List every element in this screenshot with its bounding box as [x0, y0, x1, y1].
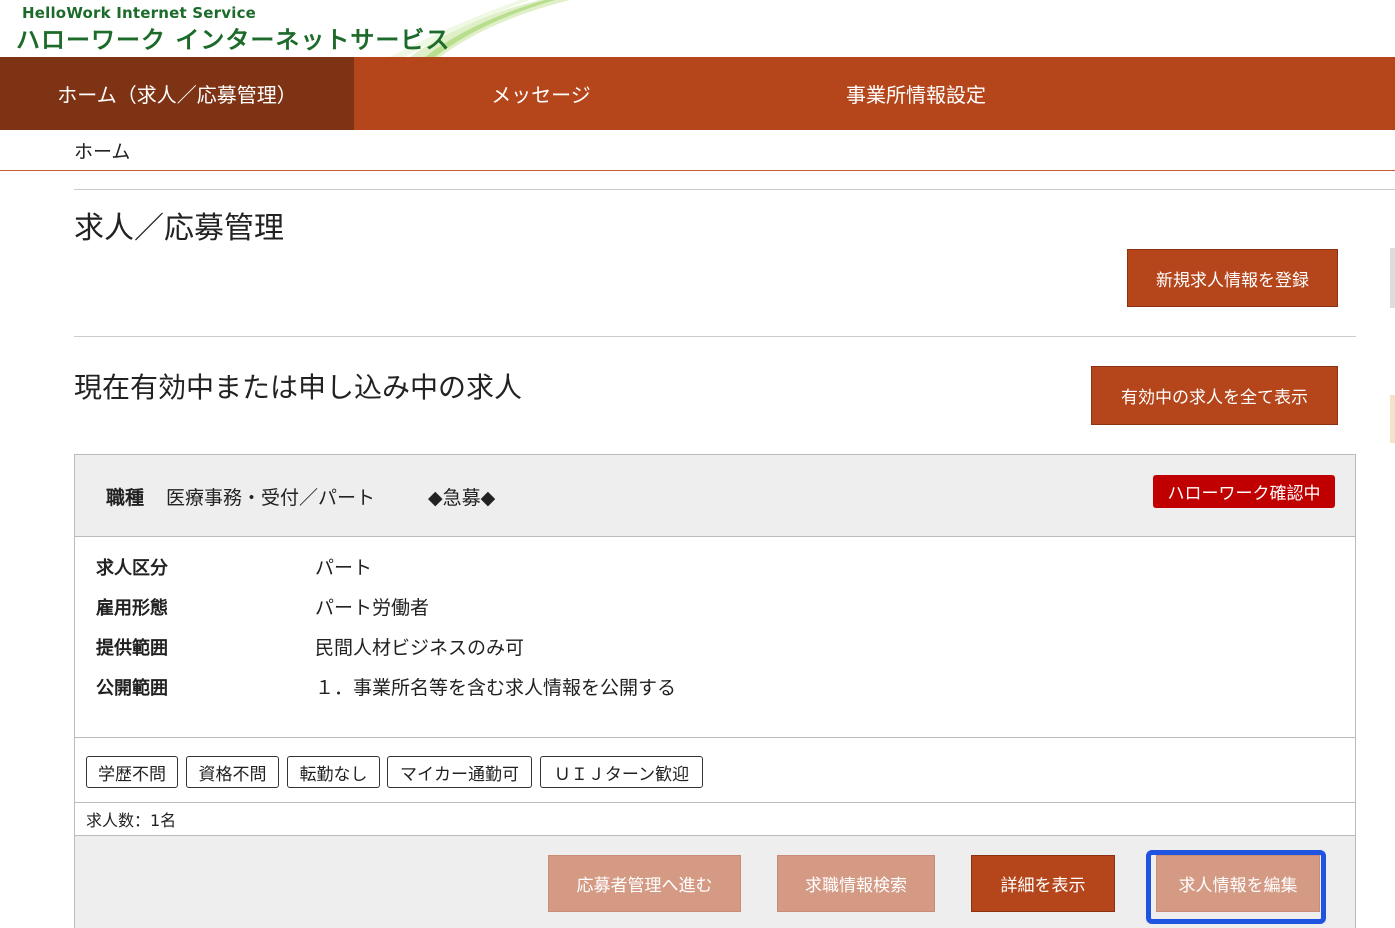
- scrollbar-track[interactable]: [1390, 248, 1395, 308]
- tag: マイカー通勤可: [387, 756, 532, 788]
- status-badge: ハローワーク確認中: [1153, 475, 1335, 508]
- show-details-button[interactable]: 詳細を表示: [971, 855, 1115, 912]
- scrollbar-thumb[interactable]: [1390, 395, 1395, 443]
- applicant-management-button[interactable]: 応募者管理へ進む: [548, 855, 741, 912]
- detail-value: パート: [315, 557, 373, 579]
- section-title: 現在有効中または申し込み中の求人: [74, 371, 523, 404]
- detail-label: 提供範囲: [96, 638, 168, 659]
- page-title: 求人／応募管理: [74, 211, 284, 246]
- tag: 資格不問: [186, 756, 279, 788]
- tag: 学歴不問: [86, 756, 178, 788]
- edit-job-button[interactable]: 求人情報を編集: [1156, 855, 1320, 912]
- job-card-header: 職種 医療事務・受付／パート ◆急募◆ ハローワーク確認中: [75, 455, 1355, 537]
- nav-tab-home[interactable]: ホーム（求人／応募管理）: [0, 57, 354, 130]
- detail-label: 雇用形態: [96, 598, 168, 619]
- content-divider: [74, 189, 1395, 190]
- breadcrumb-divider: [0, 170, 1395, 171]
- page: HelloWork Internet Service ハローワーク インターネッ…: [0, 0, 1395, 928]
- detail-value: １．事業所名等を含む求人情報を公開する: [315, 677, 677, 699]
- section-divider: [74, 336, 1356, 337]
- detail-label: 公開範囲: [96, 678, 168, 699]
- job-type-label: 職種: [106, 487, 145, 509]
- detail-value: パート労働者: [315, 597, 430, 619]
- job-type-value: 医療事務・受付／パート: [166, 487, 376, 509]
- detail-value: 民間人材ビジネスのみ可: [315, 637, 525, 659]
- logo-japanese[interactable]: ハローワーク インターネットサービス: [16, 20, 450, 55]
- jobseeker-search-button[interactable]: 求職情報検索: [777, 855, 935, 912]
- show-all-active-jobs-button[interactable]: 有効中の求人を全て表示: [1091, 366, 1338, 425]
- urgent-badge: ◆急募◆: [428, 487, 496, 509]
- tag-list: 学歴不問 資格不問 転勤なし マイカー通勤可 ＵＩＪターン歓迎: [75, 737, 1355, 803]
- tag: 転勤なし: [287, 756, 380, 788]
- register-job-button[interactable]: 新規求人情報を登録: [1127, 249, 1338, 307]
- tag: ＵＩＪターン歓迎: [540, 756, 703, 788]
- main-nav: ホーム（求人／応募管理） メッセージ 事業所情報設定: [0, 57, 1395, 130]
- nav-tab-office-settings[interactable]: 事業所情報設定: [728, 57, 1104, 130]
- breadcrumb: ホーム: [74, 141, 131, 163]
- detail-label: 求人区分: [96, 558, 168, 579]
- site-header: HelloWork Internet Service ハローワーク インターネッ…: [0, 0, 1395, 57]
- nav-tab-messages[interactable]: メッセージ: [354, 57, 728, 130]
- job-count: 求人数：1名: [86, 811, 177, 830]
